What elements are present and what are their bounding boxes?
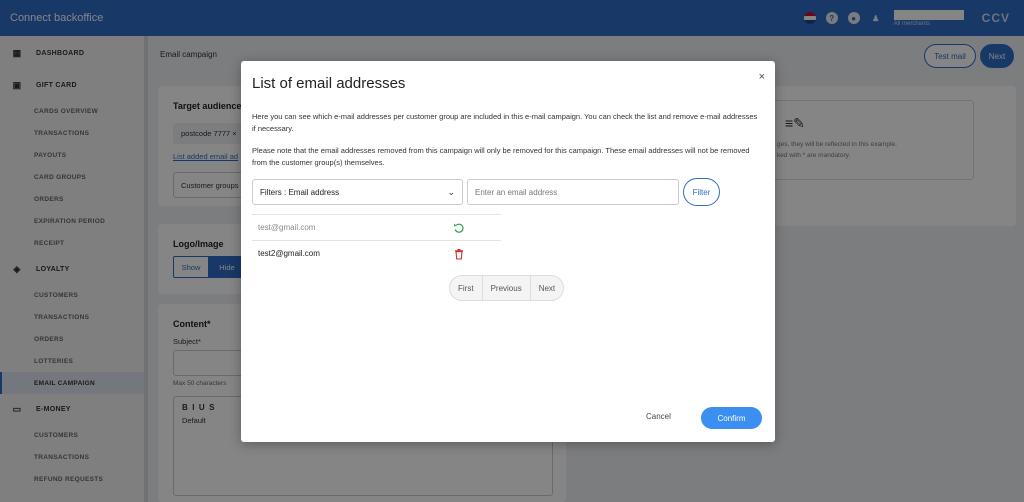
filter-select[interactable]: Filters : Email address ⌄ xyxy=(252,179,463,205)
email-filter-input[interactable] xyxy=(467,179,679,205)
email-list-modal: List of email addresses × Here you can s… xyxy=(241,61,775,442)
table-row: test2@gmail.com xyxy=(252,240,501,266)
table-row: test@gmail.com xyxy=(252,214,501,240)
next-page-button[interactable]: Next xyxy=(531,276,563,300)
confirm-button[interactable]: Confirm xyxy=(701,407,762,429)
filter-select-value: Filters : Email address xyxy=(260,187,340,197)
email-cell: test2@gmail.com xyxy=(258,248,320,258)
modal-title: List of email addresses xyxy=(252,75,406,92)
close-icon[interactable]: × xyxy=(759,71,765,83)
email-table: test@gmail.com test2@gmail.com xyxy=(252,214,501,266)
pagination: First Previous Next xyxy=(449,275,565,301)
email-cell: test@gmail.com xyxy=(258,223,316,232)
modal-description: Here you can see which e-mail addresses … xyxy=(252,112,758,133)
cancel-button[interactable]: Cancel xyxy=(646,412,671,421)
previous-page-button[interactable]: Previous xyxy=(483,276,531,300)
chevron-down-icon: ⌄ xyxy=(447,187,455,197)
filter-button[interactable]: Filter xyxy=(683,178,720,206)
modal-note: Please note that the email addresses rem… xyxy=(252,146,750,167)
trash-icon[interactable] xyxy=(452,247,466,261)
undo-icon[interactable] xyxy=(452,221,466,235)
first-page-button[interactable]: First xyxy=(450,276,483,300)
